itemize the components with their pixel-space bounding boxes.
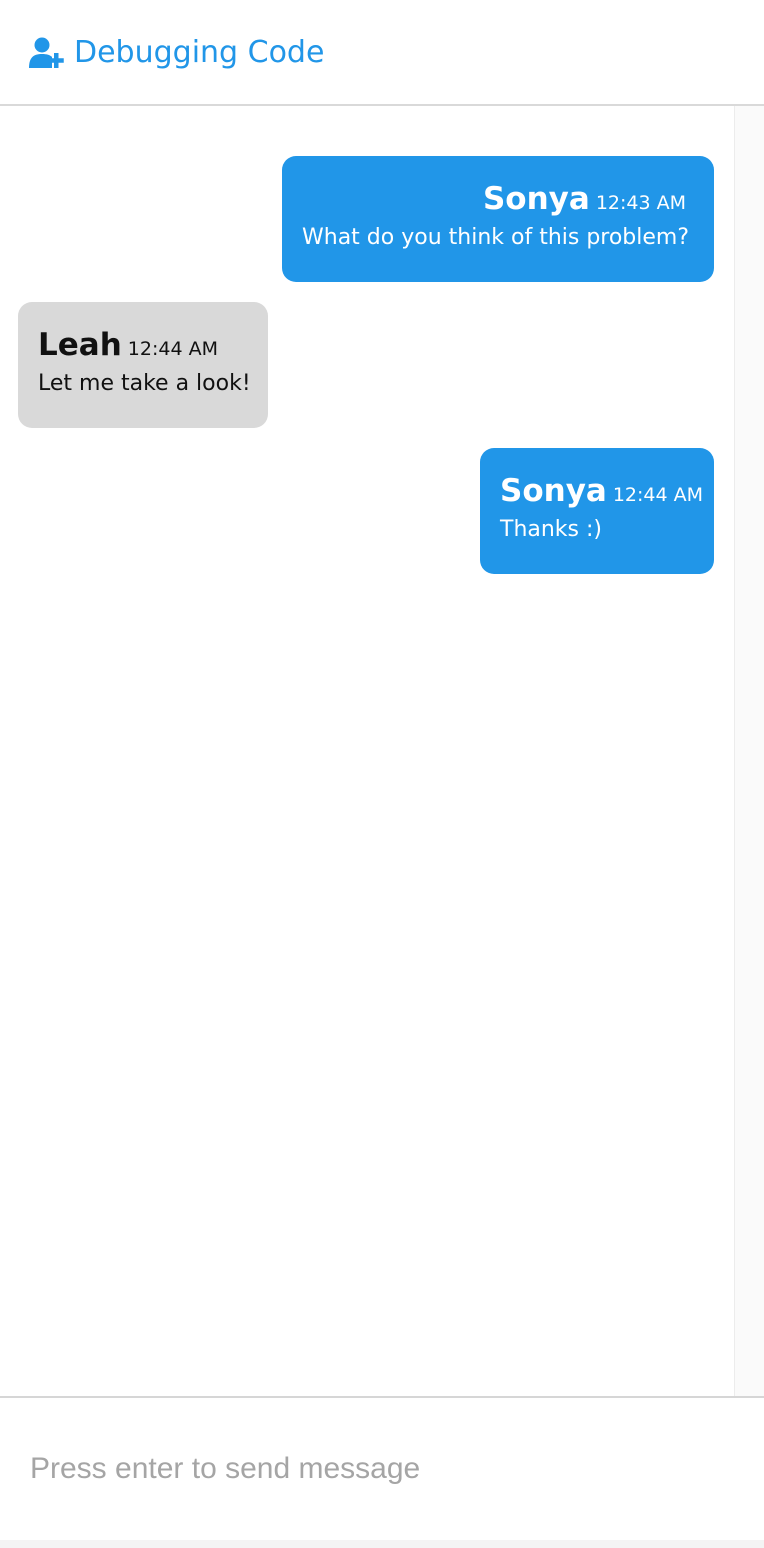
message-bubble: Sonya 12:44 AM Thanks :) [480,448,714,574]
message-text: Let me take a look! [38,371,251,396]
message-time: 12:43 AM [595,192,686,214]
scrollbar[interactable] [734,106,764,1396]
chat-header: Debugging Code [0,0,764,106]
conversation-title[interactable]: Debugging Code [74,33,324,73]
message-time: 12:44 AM [612,484,704,506]
message-sender: Leah [38,327,122,363]
message-meta: Sonya 12:43 AM [302,178,694,220]
message-sender: Sonya [500,473,607,509]
message-bubble: Sonya 12:43 AM What do you think of this … [282,156,714,282]
bottom-edge [0,1540,764,1548]
add-user-icon [28,36,66,70]
message-sender: Sonya [482,181,590,217]
add-participant-link[interactable]: Debugging Code [28,33,324,73]
message-meta: Sonya 12:44 AM [500,470,703,512]
message-bubble: Leah 12:44 AM Let me take a look! [18,302,268,428]
message-meta: Leah 12:44 AM [38,324,248,366]
message-text: Thanks :) [500,517,602,542]
message-time: 12:44 AM [127,338,218,360]
message-list: Sonya 12:43 AM What do you think of this … [0,106,734,1396]
message-composer [0,1398,764,1540]
message-input[interactable] [0,1398,764,1540]
message-text: What do you think of this problem? [302,225,690,250]
